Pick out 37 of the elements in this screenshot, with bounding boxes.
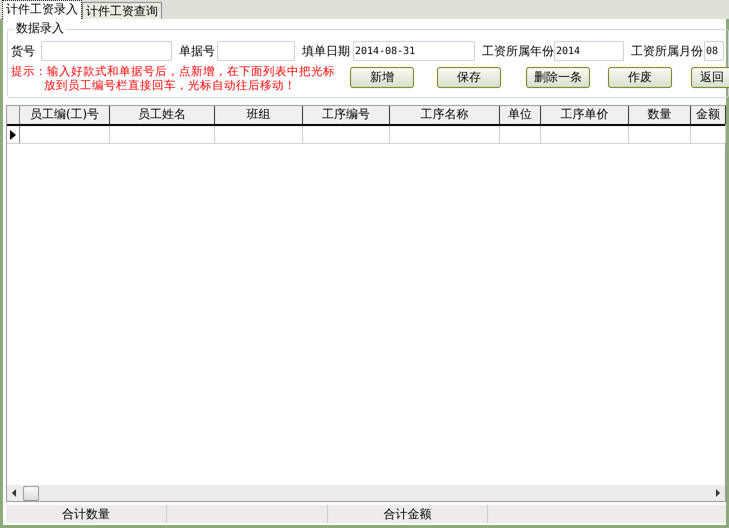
field-label: 单据号 <box>178 42 216 60</box>
input-field[interactable] <box>41 41 172 61</box>
column-header[interactable]: 单位 <box>500 106 541 124</box>
summary-label: 合计数量 <box>6 505 167 523</box>
input-field[interactable]: 2014-08-31 <box>353 41 475 61</box>
scroll-left-icon[interactable] <box>11 489 17 497</box>
hint-text: 放到员工编号栏直接回车，光标自动往后移动！ <box>43 78 297 92</box>
action-button[interactable]: 新增 <box>350 67 414 88</box>
field-label: 工资所属月份 <box>630 42 704 60</box>
action-button[interactable]: 删除一条 <box>526 67 590 88</box>
summary-label: 合计金额 <box>328 505 488 523</box>
action-button[interactable]: 作废 <box>608 67 672 88</box>
input-field[interactable]: 2014 <box>554 41 624 61</box>
column-header[interactable]: 员工姓名 <box>110 106 215 124</box>
column-header[interactable]: 金额 <box>691 106 726 124</box>
action-button[interactable]: 保存 <box>437 67 501 88</box>
row-header[interactable] <box>7 126 20 143</box>
hint-text: 提示：输入好款式和单据号后，点新增，在下面列表中把光标 <box>11 64 335 78</box>
horizontal-scrollbar[interactable] <box>7 485 725 501</box>
field-label: 工资所属年份 <box>481 42 554 60</box>
scroll-right-icon[interactable] <box>715 489 721 497</box>
column-header[interactable]: 员工编(工)号 <box>20 106 110 124</box>
group-title: 数据录入 <box>14 20 66 37</box>
column-header[interactable]: 工序名称 <box>390 106 500 124</box>
input-field[interactable] <box>217 41 295 61</box>
column-header[interactable]: 工序单价 <box>541 106 629 124</box>
row-pointer-icon <box>10 130 16 140</box>
column-header[interactable]: 班组 <box>215 106 303 124</box>
field-label: 货号 <box>10 42 36 60</box>
tab[interactable]: 计件工资录入 <box>2 0 82 19</box>
field-label: 填单日期 <box>301 42 351 60</box>
column-header[interactable]: 工序编号 <box>303 106 390 124</box>
column-header[interactable]: 数量 <box>629 106 691 124</box>
tab[interactable]: 计件工资查询 <box>82 2 162 19</box>
input-field[interactable]: 08 <box>704 41 724 61</box>
scroll-thumb[interactable] <box>23 486 39 500</box>
action-button[interactable]: 返回 <box>691 67 729 88</box>
